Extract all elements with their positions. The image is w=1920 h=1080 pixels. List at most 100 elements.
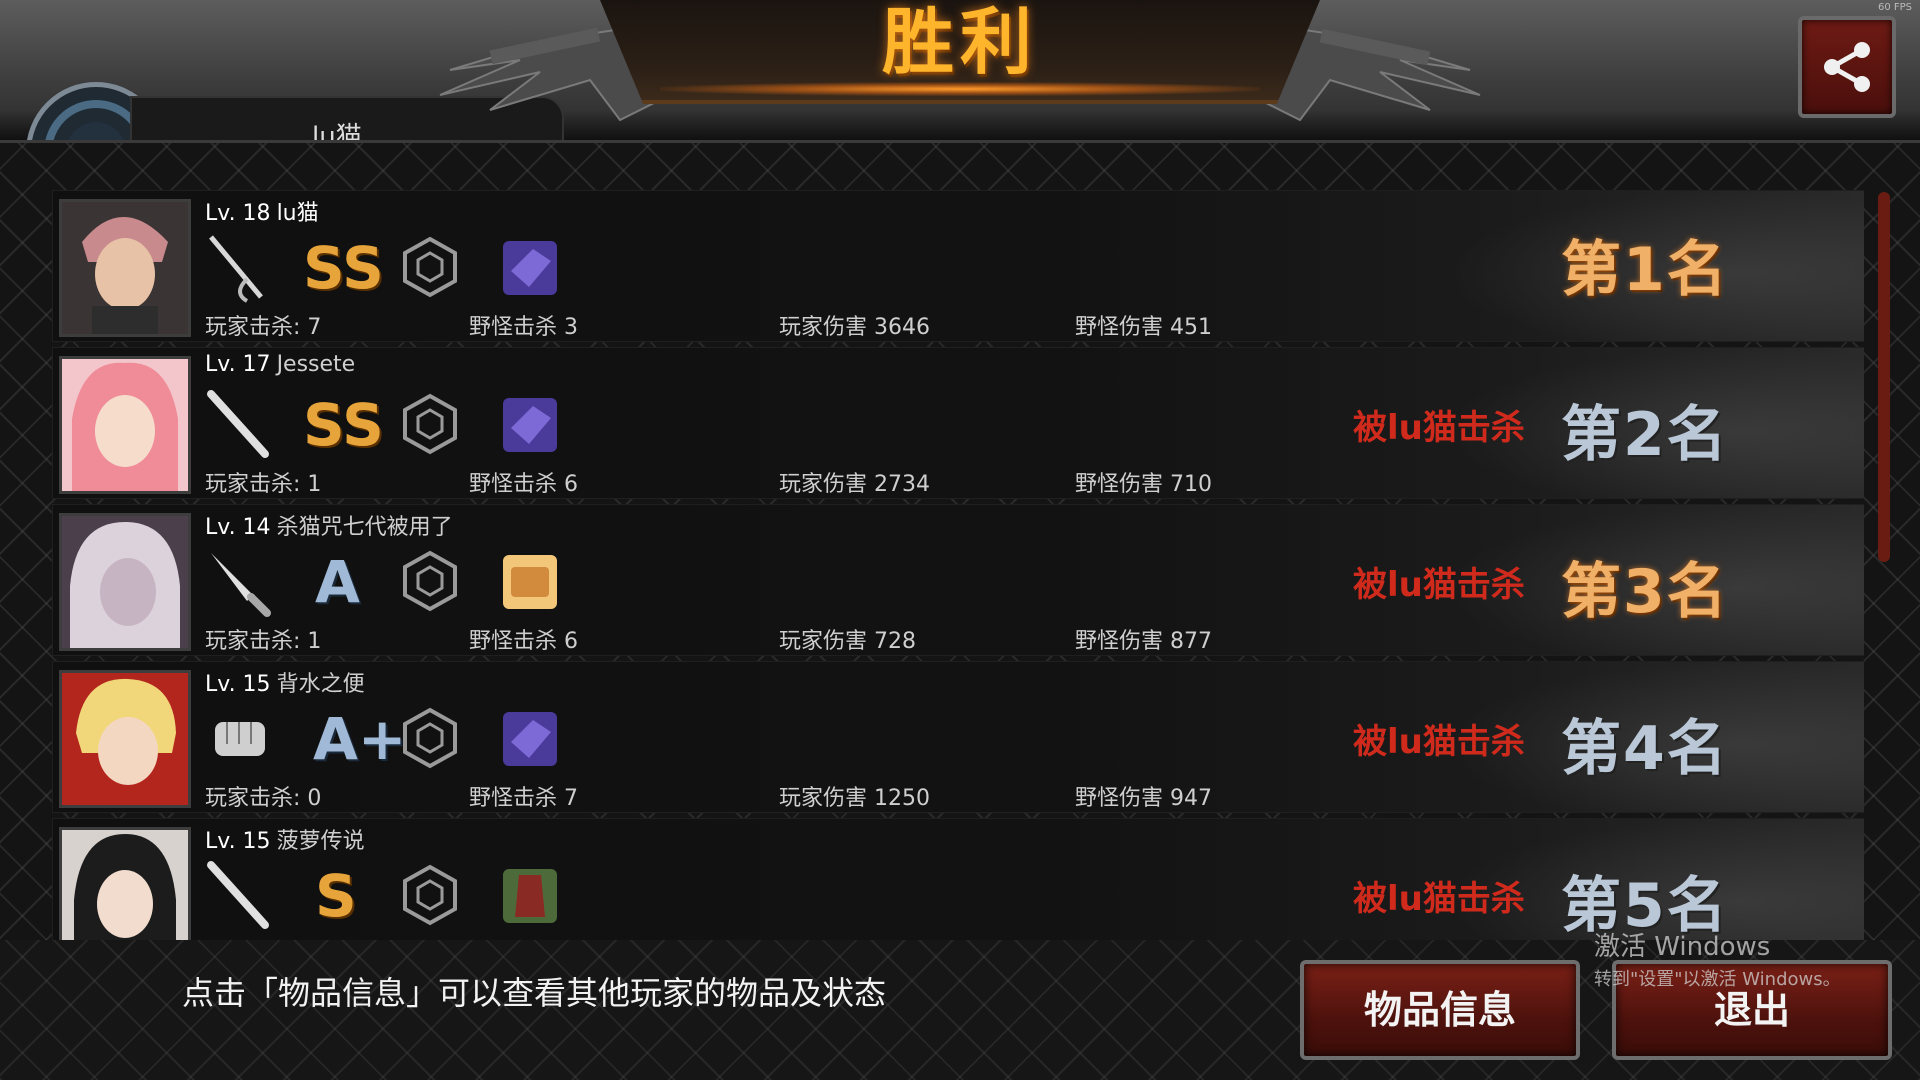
monster-damage-value: 710 [1170,472,1212,497]
rank-label: 第2名 [1561,400,1729,470]
player-damage: 玩家伤害 2734 [779,466,930,498]
hexagon-slot-icon [403,550,457,612]
monster-damage-value: 451 [1170,315,1212,340]
victory-title: 胜利 [881,0,1038,84]
player-damage-label: 玩家伤害 [779,472,874,497]
killed-by-label: 被lu猫击杀 [1353,722,1525,762]
monster-kills-value: 6 [564,472,578,497]
result-row-3[interactable]: Lv. 14 杀猫咒七代被用了 A 玩家击杀: 1 野怪击杀 6 玩家伤害 728… [52,504,1864,656]
player-kills-label: 玩家击杀: [205,629,308,654]
monster-kills-value: 7 [564,786,578,811]
grade-badge: SS [303,234,384,302]
bat-icon [207,390,269,458]
monster-damage: 野怪伤害 947 [1075,780,1212,812]
results-list[interactable]: Lv. 18 lu猫 SS 玩家击杀: 7 野怪击杀 3 玩家伤害 3646 野怪… [52,190,1864,942]
player-damage: 玩家伤害 728 [779,623,916,655]
bread-item-icon [503,555,557,609]
windows-activation-watermark: 激活 Windows 转到"设置"以激活 Windows。 [1594,926,1841,991]
result-row-4[interactable]: Lv. 15 背水之便 A+ 玩家击杀: 0 野怪击杀 7 玩家伤害 1250 野… [52,661,1864,813]
player-kills-label: 玩家击杀: [205,315,308,340]
player-kills-label: 玩家击杀: [205,472,308,497]
monster-damage-label: 野怪伤害 [1075,629,1170,654]
watermark-line-2: 转到"设置"以激活 Windows。 [1594,969,1841,990]
player-portrait [59,513,191,651]
player-damage-value: 728 [874,629,916,654]
player-damage-label: 玩家伤害 [779,786,874,811]
hexagon-slot-icon [403,393,457,455]
purple-item-icon [503,241,557,295]
scrollbar[interactable] [1878,192,1890,562]
player-name-line: Lv. 17 Jessete [205,352,355,377]
item-info-button[interactable]: 物品信息 [1300,960,1580,1060]
grade-badge: A [315,548,360,616]
result-row-5[interactable]: Lv. 15 菠萝传说 S 被lu猫击杀 第5名 [52,818,1864,942]
player-name-line: Lv. 15 菠萝传说 [205,823,365,855]
monster-kills-value: 3 [564,315,578,340]
monster-damage-label: 野怪伤害 [1075,786,1170,811]
watermark-line-1: 激活 Windows [1594,932,1771,962]
player-name-line: Lv. 14 杀猫咒七代被用了 [205,509,453,541]
monster-kills: 野怪击杀 6 [469,623,578,655]
purple-item-icon [503,398,557,452]
rank-label: 第4名 [1561,714,1729,784]
rank-label: 第1名 [1561,235,1729,305]
player-kills-value: 7 [307,315,322,340]
player-level: Lv. 17 [205,352,271,377]
hexagon-slot-icon [403,236,457,298]
player-kills-value: 0 [307,786,322,811]
player-damage-value: 1250 [874,786,930,811]
monster-damage: 野怪伤害 451 [1075,309,1212,341]
player-name-line: Lv. 18 lu猫 [205,195,319,227]
killed-by-label: 被lu猫击杀 [1353,408,1525,448]
player-name: 菠萝传说 [276,829,365,854]
fist-icon [215,722,265,756]
player-level: Lv. 18 [205,201,271,226]
hint-text: 点击「物品信息」可以查看其他玩家的物品及状态 [182,974,887,1012]
bat-icon [207,861,269,929]
result-row-2[interactable]: Lv. 17 Jessete SS 玩家击杀: 1 野怪击杀 6 玩家伤害 273… [52,347,1864,499]
player-level: Lv. 14 [205,515,271,540]
player-damage: 玩家伤害 1250 [779,780,930,812]
monster-damage-value: 877 [1170,629,1212,654]
share-icon [1824,42,1870,92]
result-row-1[interactable]: Lv. 18 lu猫 SS 玩家击杀: 7 野怪击杀 3 玩家伤害 3646 野怪… [52,190,1864,342]
knife-icon [211,553,271,617]
hexagon-slot-icon [403,864,457,926]
player-portrait [59,199,191,337]
player-kills-value: 1 [307,629,322,654]
monster-kills-label: 野怪击杀 [469,786,564,811]
monster-kills: 野怪击杀 7 [469,780,578,812]
rapier-icon [209,235,263,303]
killed-by-label: 被lu猫击杀 [1353,565,1525,605]
player-damage-label: 玩家伤害 [779,629,874,654]
monster-damage-value: 947 [1170,786,1212,811]
player-kills: 玩家击杀: 0 [205,780,321,812]
player-kills: 玩家击杀: 7 [205,309,321,341]
player-level: Lv. 15 [205,829,271,854]
purple-item-icon [503,712,557,766]
player-damage-value: 3646 [874,315,930,340]
player-name-line: Lv. 15 背水之便 [205,666,365,698]
player-damage-value: 2734 [874,472,930,497]
player-portrait [59,356,191,494]
monster-kills: 野怪击杀 6 [469,466,578,498]
player-name: Jessete [276,352,356,377]
hexagon-slot-icon [403,707,457,769]
player-name: lu猫 [276,201,319,226]
monster-damage: 野怪伤害 710 [1075,466,1212,498]
player-damage: 玩家伤害 3646 [779,309,930,341]
player-name: 背水之便 [276,672,365,697]
monster-kills: 野怪击杀 3 [469,309,578,341]
share-button[interactable] [1798,16,1896,118]
monster-kills-label: 野怪击杀 [469,315,564,340]
player-kills-value: 1 [307,472,322,497]
player-name: 杀猫咒七代被用了 [276,515,453,540]
killed-by-label: 被lu猫击杀 [1353,879,1525,919]
grade-badge: S [315,862,357,930]
player-portrait [59,827,191,942]
monster-damage-label: 野怪伤害 [1075,472,1170,497]
player-portrait [59,670,191,808]
monster-damage: 野怪伤害 877 [1075,623,1212,655]
monster-kills-label: 野怪击杀 [469,472,564,497]
player-kills-label: 玩家击杀: [205,786,308,811]
